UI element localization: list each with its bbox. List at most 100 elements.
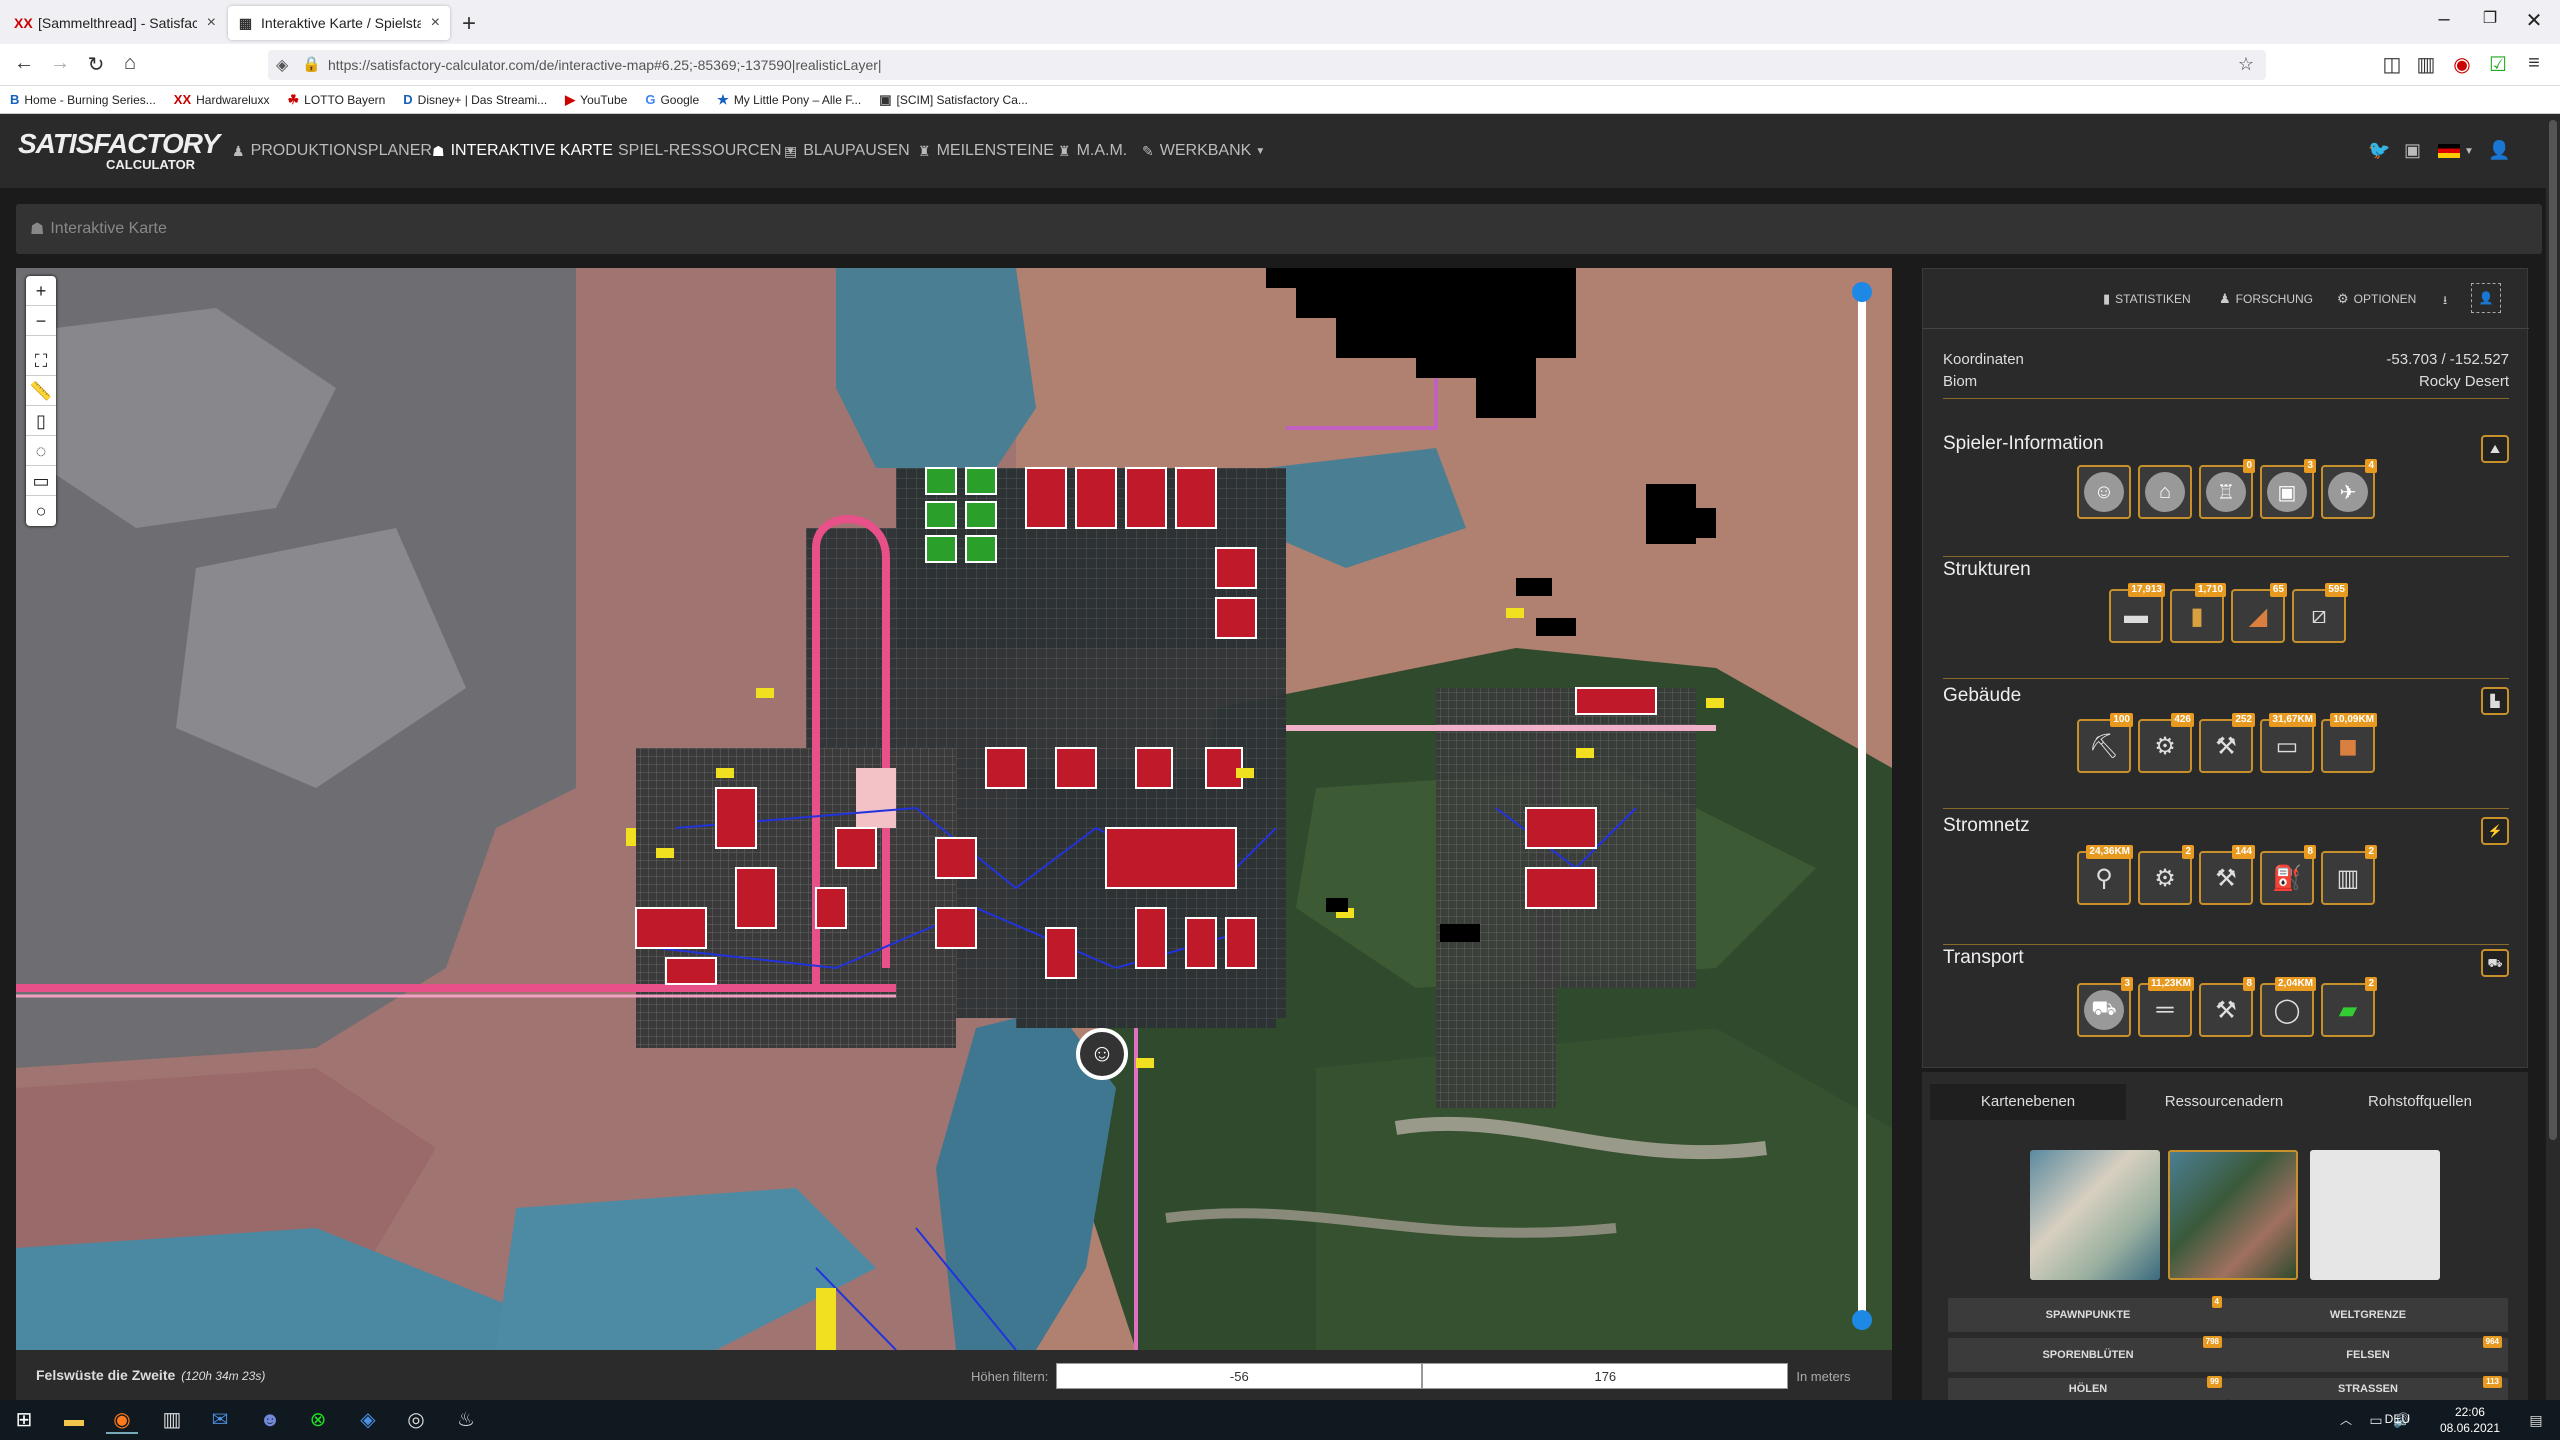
download-icon[interactable]: ⭳	[2443, 291, 2447, 312]
bookmark-item[interactable]: ★ My Little Pony – Alle F...	[717, 92, 861, 108]
check-extension-icon[interactable]: ☑	[2484, 52, 2512, 77]
space-elevator-button[interactable]: ♖ 0	[2199, 459, 2255, 519]
slider-top-handle[interactable]	[1852, 282, 1872, 302]
crash-site-button[interactable]: ✈ 4	[2321, 459, 2377, 519]
close-window-icon[interactable]: ✕	[2514, 8, 2554, 33]
task-manager-icon[interactable]: ▥	[156, 1406, 188, 1434]
nav-meilensteine[interactable]: ♜ MEILENSTEINE	[918, 142, 1054, 160]
fuel-generator-button[interactable]: ⛽ 8	[2260, 845, 2316, 905]
tab-rohstoffquellen[interactable]: Rohstoffquellen	[2322, 1084, 2518, 1120]
close-tab-icon[interactable]: ×	[197, 14, 216, 32]
manufacturer-button[interactable]: ⚒ 252	[2199, 713, 2255, 773]
windows-start-icon[interactable]: ⊞	[8, 1406, 40, 1434]
url-text[interactable]: https://satisfactory-calculator.com/de/i…	[328, 57, 882, 73]
nav-mam[interactable]: ♜ M.A.M.	[1058, 142, 1127, 160]
bookmark-item[interactable]: D Disney+ | Das Streami...	[403, 92, 547, 107]
circle-select-icon[interactable]: ○	[26, 496, 56, 526]
slider-bottom-handle[interactable]	[1852, 1310, 1872, 1330]
back-icon[interactable]: ←	[10, 52, 38, 75]
nav-interaktive-karte[interactable]: ☗ INTERAKTIVE KARTE	[432, 142, 613, 160]
site-logo[interactable]: SATISFACTORY CALCULATOR	[18, 130, 220, 174]
height-max-input[interactable]: 176	[1422, 1363, 1789, 1389]
vehicle-button[interactable]: ⛟ 3	[2077, 977, 2133, 1037]
statistics-button[interactable]: ▮ STATISTIKEN	[2103, 291, 2191, 307]
conveyor-button[interactable]: ▭ 31,67KM	[2260, 713, 2316, 773]
height-slider[interactable]	[1852, 282, 1872, 1330]
foundation-button[interactable]: ▬ 17,913	[2109, 583, 2165, 643]
constructor-button[interactable]: ⚙ 426	[2138, 713, 2194, 773]
transport-settings-button[interactable]: ⛟	[2481, 949, 2509, 977]
mail-icon[interactable]: ✉	[204, 1406, 236, 1434]
steam-icon[interactable]: ♨	[450, 1406, 482, 1434]
close-tab-icon[interactable]: ×	[421, 14, 440, 32]
player-settings-button[interactable]: ⛰	[2481, 435, 2509, 463]
train-station-button[interactable]: ⚒ 8	[2199, 977, 2255, 1037]
discord-icon[interactable]: ▣	[2404, 140, 2421, 161]
firefox-icon[interactable]: ◉	[106, 1406, 138, 1434]
fullscreen-icon[interactable]: ⛶	[26, 346, 56, 376]
hypertube-button[interactable]: ◯ 2,04KM	[2260, 977, 2316, 1037]
bookmark-item[interactable]: ▣ [SCIM] Satisfactory Ca...	[879, 92, 1028, 108]
extension-icon[interactable]: ◉	[2448, 52, 2476, 77]
layer-sporenblueten-button[interactable]: SPORENBLÜTEN 798	[1948, 1336, 2228, 1372]
walkway-button[interactable]: ⧄ 595	[2292, 583, 2348, 643]
layer-strassen-button[interactable]: STRASSEN 113	[2228, 1376, 2508, 1400]
power-storage-button[interactable]: ▥ 2	[2321, 845, 2377, 905]
maximize-icon[interactable]: ❐	[2470, 8, 2510, 28]
map-layer-blank-thumbnail[interactable]	[2310, 1150, 2440, 1280]
nav-spiel-ressourcen[interactable]: SPIEL-RESSOURCEN ▼	[618, 142, 796, 160]
twitter-icon[interactable]: 🐦	[2368, 140, 2390, 161]
wall-button[interactable]: ▮ 1,710	[2170, 583, 2226, 643]
zoom-out-button[interactable]: −	[26, 306, 56, 336]
shield-icon[interactable]: ◈	[276, 55, 288, 75]
url-bar[interactable]: ◈ 🔒 https://satisfactory-calculator.com/…	[268, 50, 2266, 80]
lock-icon[interactable]: 🔒	[302, 55, 321, 73]
height-min-input[interactable]: -56	[1056, 1363, 1423, 1389]
storage-button[interactable]: ▣ 3	[2260, 459, 2316, 519]
forward-icon[interactable]: →	[46, 52, 74, 75]
map-layer-game-thumbnail[interactable]	[2030, 1150, 2160, 1280]
bookmark-item[interactable]: B Home - Burning Series...	[10, 92, 156, 107]
nav-blaupausen[interactable]: ▤ BLAUPAUSEN	[784, 142, 910, 160]
coal-generator-button[interactable]: ⚒ 144	[2199, 845, 2255, 905]
page-scrollbar[interactable]	[2546, 114, 2560, 1400]
browser-tab-1[interactable]: XX [Sammelthread] - Satisfactory | ×	[4, 6, 226, 40]
ramp-button[interactable]: ◢ 65	[2231, 583, 2287, 643]
power-settings-button[interactable]: ⚡	[2481, 817, 2509, 845]
layer-felsen-button[interactable]: FELSEN 964	[2228, 1336, 2508, 1372]
language-indicator[interactable]: DEU	[2385, 1412, 2410, 1426]
clock[interactable]: 22:06 08.06.2021	[2440, 1404, 2500, 1436]
discord-icon[interactable]: ☻	[254, 1406, 286, 1434]
browser-tab-2[interactable]: ▦ Interaktive Karte / Spielstand Ed ×	[228, 6, 450, 40]
miner-button[interactable]: ⛏ 100	[2077, 713, 2133, 773]
biomass-burner-button[interactable]: ⚙ 2	[2138, 845, 2194, 905]
xbox-icon[interactable]: ⊗	[302, 1406, 334, 1434]
bookmark-item[interactable]: XX Hardwareluxx	[174, 92, 270, 107]
menu-icon[interactable]: ≡	[2520, 52, 2548, 75]
tab-ressourcenadern[interactable]: Ressourcenadern	[2126, 1084, 2322, 1120]
pocket-icon[interactable]: ◫	[2378, 52, 2406, 77]
notifications-icon[interactable]: ▤	[2520, 1406, 2552, 1434]
layer-hoelen-button[interactable]: HÖLEN 99	[1948, 1376, 2228, 1400]
bookmark-item[interactable]: ☘ LOTTO Bayern	[287, 92, 385, 108]
tab-kartenebenen[interactable]: Kartenebenen	[1930, 1084, 2126, 1120]
app-icon[interactable]: ◈	[352, 1406, 384, 1434]
nav-werkbank[interactable]: ✎ WERKBANK ▼	[1142, 142, 1265, 160]
file-explorer-icon[interactable]: ▬	[58, 1406, 90, 1434]
zoom-in-button[interactable]: +	[26, 276, 56, 306]
caret-down-icon[interactable]: ▼	[2464, 146, 2474, 157]
bookmark-item[interactable]: ▶ YouTube	[565, 92, 627, 108]
home-icon[interactable]: ⌂	[116, 52, 144, 75]
minimize-icon[interactable]: –	[2424, 8, 2464, 31]
bookmark-star-icon[interactable]: ☆	[2238, 54, 2254, 75]
sidebar-icon[interactable]: ▥	[2412, 52, 2440, 77]
pipeline-button[interactable]: ◼ 10,09KM	[2321, 713, 2377, 773]
german-flag-icon[interactable]	[2438, 144, 2460, 158]
user-select-icon[interactable]: 👤	[2471, 283, 2501, 313]
interactive-map[interactable]: + − ⛶ 📏 ▯ ◌ ▭ ○ ☺	[16, 268, 1892, 1350]
measure-ruler-icon[interactable]: 📏	[26, 376, 56, 406]
hub-button[interactable]: ⌂	[2138, 465, 2192, 519]
drone-button[interactable]: ▰ 2	[2321, 977, 2377, 1037]
buildings-settings-button[interactable]: ▙	[2481, 687, 2509, 715]
railway-button[interactable]: ═ 11,23KM	[2138, 977, 2194, 1037]
